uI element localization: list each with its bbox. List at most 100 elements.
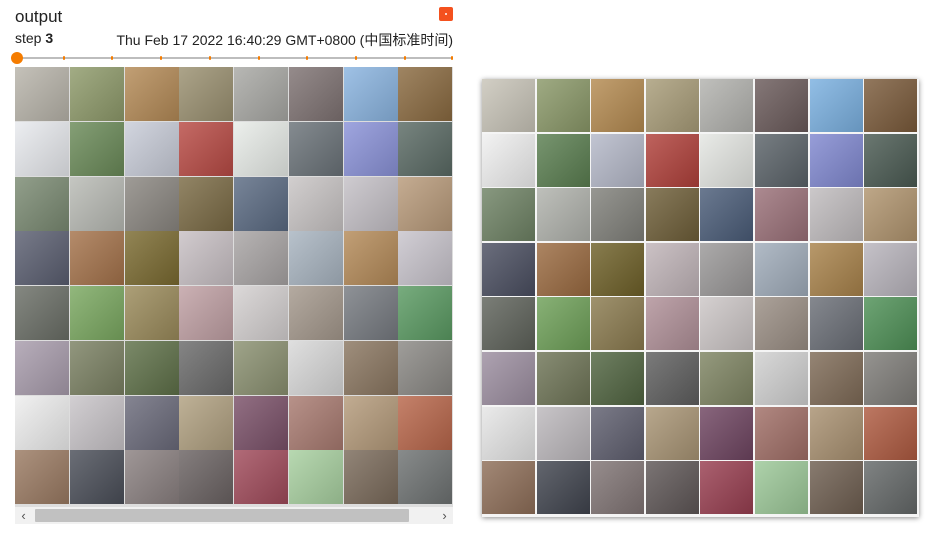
image-thumbnail: [864, 188, 918, 242]
image-thumbnail: [755, 133, 808, 187]
slider-tick: [111, 56, 113, 60]
image-thumbnail: [69, 176, 124, 231]
image-thumbnail: [179, 450, 234, 505]
image-thumbnail: [234, 286, 288, 340]
image-thumbnail: [398, 121, 453, 176]
image-thumbnail: [124, 67, 179, 121]
image-thumbnail: [755, 352, 808, 405]
output-image-grid[interactable]: [15, 67, 453, 507]
image-thumbnail: [864, 406, 918, 460]
image-thumbnail: [234, 395, 288, 450]
image-thumbnail: [482, 352, 535, 405]
image-thumbnail: [700, 188, 754, 242]
image-thumbnail: [343, 450, 398, 505]
scrollbar-thumb[interactable]: [35, 509, 409, 522]
image-thumbnail: [15, 395, 69, 450]
image-thumbnail: [288, 121, 343, 176]
image-thumbnail: [124, 395, 179, 450]
image-thumbnail: [536, 188, 590, 242]
step-slider[interactable]: [11, 52, 453, 64]
image-thumbnail: [482, 297, 535, 351]
image-thumbnail: [591, 133, 645, 187]
slider-rail[interactable]: [15, 57, 453, 59]
image-thumbnail: [755, 297, 808, 351]
image-thumbnail: [864, 242, 918, 296]
image-thumbnail: [645, 406, 699, 460]
image-thumbnail: [755, 188, 808, 242]
image-thumbnail: [15, 450, 69, 505]
image-thumbnail: [234, 450, 288, 505]
image-thumbnail: [288, 67, 343, 121]
image-thumbnail: [124, 231, 179, 286]
image-thumbnail: [179, 395, 234, 450]
image-thumbnail: [645, 242, 699, 296]
image-thumbnail: [482, 79, 535, 132]
image-thumbnail: [700, 406, 754, 460]
image-thumbnail: [536, 297, 590, 351]
image-thumbnail: [15, 286, 69, 340]
image-thumbnail: [343, 67, 398, 121]
image-thumbnail: [15, 121, 69, 176]
horizontal-scrollbar[interactable]: ‹ ›: [15, 507, 453, 524]
image-thumbnail: [398, 340, 453, 395]
image-thumbnail: [69, 286, 124, 340]
step-indicator: step 3: [15, 30, 53, 46]
image-thumbnail: [398, 176, 453, 231]
image-thumbnail: [482, 133, 535, 187]
image-thumbnail: [234, 176, 288, 231]
image-thumbnail: [591, 242, 645, 296]
image-thumbnail: [482, 461, 535, 515]
slider-tick: [63, 56, 65, 60]
slider-knob[interactable]: [11, 52, 23, 64]
image-thumbnail: [69, 450, 124, 505]
image-thumbnail: [591, 79, 645, 132]
image-thumbnail: [288, 231, 343, 286]
image-thumbnail: [234, 121, 288, 176]
image-thumbnail: [398, 450, 453, 505]
image-thumbnail: [536, 79, 590, 132]
image-thumbnail: [179, 286, 234, 340]
image-thumbnail: [398, 395, 453, 450]
image-thumbnail: [700, 133, 754, 187]
image-thumbnail: [482, 406, 535, 460]
image-thumbnail: [809, 242, 863, 296]
image-thumbnail: [179, 121, 234, 176]
preview-image-grid: [482, 79, 919, 517]
image-thumbnail: [343, 121, 398, 176]
image-thumbnail: [591, 352, 645, 405]
slider-tick: [451, 56, 453, 60]
image-card: output step 3 Thu Feb 17 2022 16:40:29 G…: [11, 0, 453, 530]
image-thumbnail: [15, 176, 69, 231]
image-thumbnail: [755, 79, 808, 132]
card-title: output: [15, 7, 63, 26]
image-thumbnail: [124, 286, 179, 340]
image-thumbnail: [398, 231, 453, 286]
image-thumbnail: [755, 461, 808, 515]
image-thumbnail: [69, 67, 124, 121]
image-thumbnail: [124, 121, 179, 176]
image-thumbnail: [482, 188, 535, 242]
image-thumbnail: [645, 188, 699, 242]
image-thumbnail: [536, 242, 590, 296]
image-thumbnail: [15, 67, 69, 121]
timestamp: Thu Feb 17 2022 16:40:29 GMT+0800 (中国标准时…: [116, 32, 453, 48]
image-thumbnail: [700, 79, 754, 132]
image-thumbnail: [755, 242, 808, 296]
scroll-right-icon[interactable]: ›: [436, 507, 453, 524]
image-thumbnail: [15, 340, 69, 395]
image-thumbnail: [234, 67, 288, 121]
image-thumbnail: [343, 176, 398, 231]
image-thumbnail: [398, 67, 453, 121]
card-status-icon[interactable]: [439, 7, 453, 21]
image-thumbnail: [809, 188, 863, 242]
image-thumbnail: [124, 340, 179, 395]
step-value: 3: [45, 30, 54, 46]
image-thumbnail: [700, 297, 754, 351]
scroll-left-icon[interactable]: ‹: [15, 507, 32, 524]
image-thumbnail: [343, 340, 398, 395]
image-thumbnail: [179, 231, 234, 286]
image-thumbnail: [591, 461, 645, 515]
image-thumbnail: [700, 352, 754, 405]
image-thumbnail: [809, 79, 863, 132]
image-thumbnail: [864, 461, 918, 515]
